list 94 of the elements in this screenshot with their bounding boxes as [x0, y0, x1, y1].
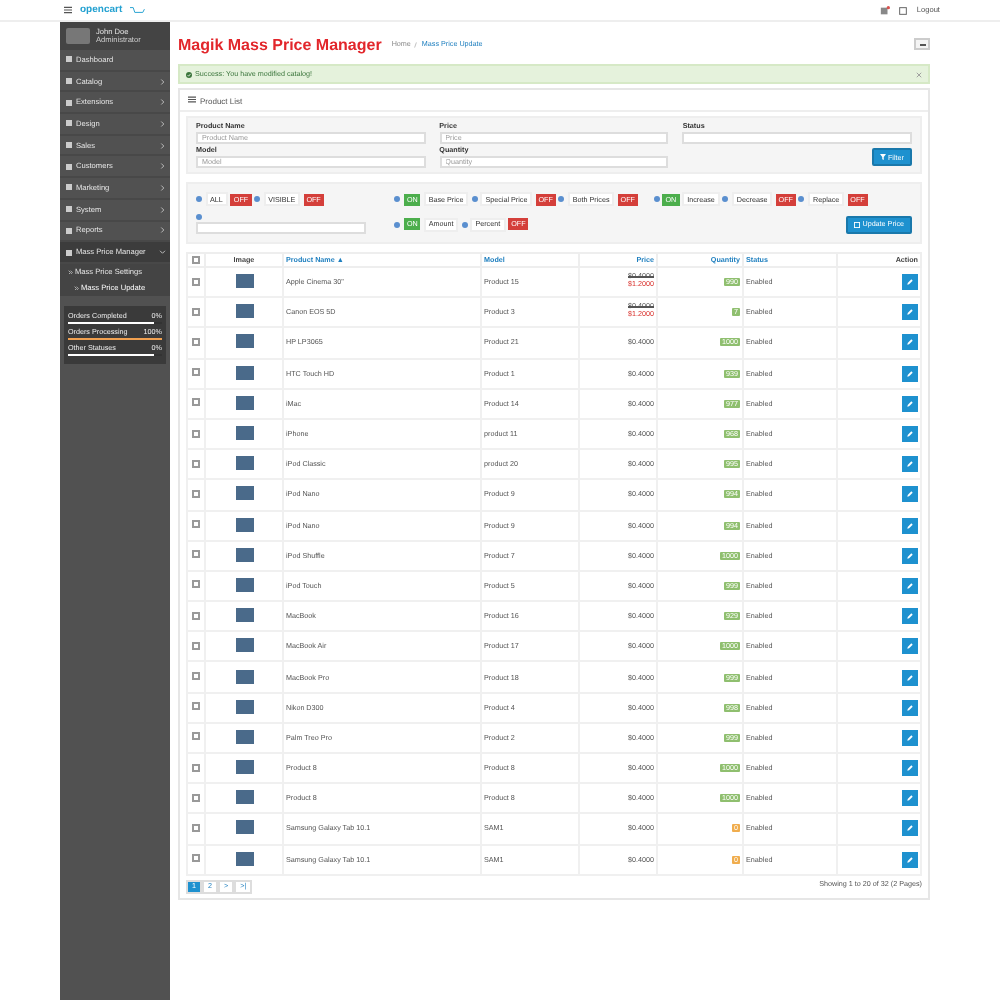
checkbox[interactable] [192, 732, 200, 741]
checkbox[interactable] [192, 429, 200, 438]
pencil-icon [906, 430, 914, 439]
checkbox[interactable] [192, 702, 200, 711]
checkbox[interactable] [192, 337, 200, 346]
radio-button[interactable] [722, 196, 729, 202]
pencil-icon [906, 824, 914, 833]
checkbox[interactable] [192, 793, 200, 802]
edit-button[interactable] [902, 577, 918, 594]
edit-button[interactable] [902, 729, 918, 746]
page-title: Magik Mass Price Manager [178, 35, 382, 53]
pencil-icon [906, 764, 914, 773]
checkbox[interactable] [192, 520, 200, 529]
nav-icon [66, 99, 72, 106]
checkbox[interactable] [192, 580, 200, 589]
edit-button[interactable] [902, 699, 918, 716]
checkbox[interactable] [192, 641, 200, 650]
radio-button[interactable] [196, 196, 202, 202]
radio-button[interactable] [196, 214, 202, 220]
nav-icon [66, 56, 72, 63]
radio-button[interactable] [394, 196, 401, 202]
nav-icon [66, 227, 72, 234]
avatar [66, 28, 90, 44]
edit-button[interactable] [902, 547, 918, 564]
edit-button[interactable] [902, 274, 918, 291]
edit-button[interactable] [902, 334, 918, 351]
pencil-icon [906, 551, 914, 560]
edit-button[interactable] [902, 760, 918, 777]
pencil-icon [906, 308, 914, 317]
nav-icon [66, 184, 72, 191]
nav-icon [66, 142, 72, 149]
radio-button[interactable] [394, 221, 401, 227]
edit-button[interactable] [902, 304, 918, 321]
pencil-icon [906, 642, 914, 651]
edit-button[interactable] [902, 851, 918, 868]
checkbox[interactable] [192, 672, 200, 681]
edit-button[interactable] [902, 820, 918, 837]
pencil-icon [906, 338, 914, 347]
pencil-icon [906, 521, 914, 530]
checkbox[interactable] [192, 368, 200, 377]
checkbox[interactable] [192, 489, 200, 498]
edit-button[interactable] [902, 395, 918, 412]
pencil-icon [906, 278, 914, 287]
checkbox[interactable] [192, 823, 200, 832]
pencil-icon [906, 612, 914, 621]
check-icon [186, 71, 192, 77]
pencil-icon [906, 703, 914, 712]
menu-icon[interactable] [64, 6, 72, 14]
pencil-icon [906, 399, 914, 408]
pencil-icon [906, 490, 914, 499]
checkbox[interactable] [192, 277, 200, 286]
radio-button[interactable] [798, 196, 805, 202]
filter-icon [879, 154, 886, 160]
edit-button[interactable] [902, 426, 918, 443]
checkbox[interactable] [192, 550, 200, 559]
pencil-icon [906, 733, 914, 742]
checkbox[interactable] [192, 398, 200, 407]
checkbox[interactable] [192, 854, 200, 863]
checkbox[interactable] [192, 611, 200, 620]
edit-button[interactable] [902, 608, 918, 625]
nav-icon [66, 249, 72, 256]
edit-button[interactable] [902, 638, 918, 655]
nav-icon [66, 78, 72, 85]
nav-icon [66, 206, 72, 213]
pencil-icon [906, 460, 914, 469]
edit-button[interactable] [902, 486, 918, 503]
close-icon[interactable] [916, 71, 922, 77]
list-icon [188, 96, 196, 104]
radio-button[interactable] [461, 221, 468, 227]
checkbox[interactable] [192, 763, 200, 772]
radio-button[interactable] [558, 196, 565, 202]
pencil-icon [906, 673, 914, 682]
edit-button[interactable] [902, 669, 918, 686]
radio-button[interactable] [471, 196, 478, 202]
checkbox[interactable] [192, 459, 200, 468]
radio-button[interactable] [653, 196, 660, 202]
pencil-icon [906, 369, 914, 378]
nav-icon [66, 163, 72, 170]
edit-button[interactable] [902, 517, 918, 534]
edit-button[interactable] [902, 456, 918, 473]
pencil-icon [906, 581, 914, 590]
nav-icon [66, 120, 72, 127]
select-field[interactable] [196, 222, 366, 234]
cart-icon [130, 6, 147, 14]
edit-button[interactable] [902, 790, 918, 807]
radio-button[interactable] [254, 196, 261, 202]
pencil-icon [906, 794, 914, 803]
checkbox[interactable] [192, 255, 200, 263]
edit-button[interactable] [902, 365, 918, 382]
checkbox[interactable] [192, 307, 200, 316]
pencil-icon [906, 855, 914, 864]
double-chevron-icon [74, 285, 79, 291]
collapse-button[interactable] [914, 38, 930, 50]
double-chevron-icon [68, 269, 73, 275]
